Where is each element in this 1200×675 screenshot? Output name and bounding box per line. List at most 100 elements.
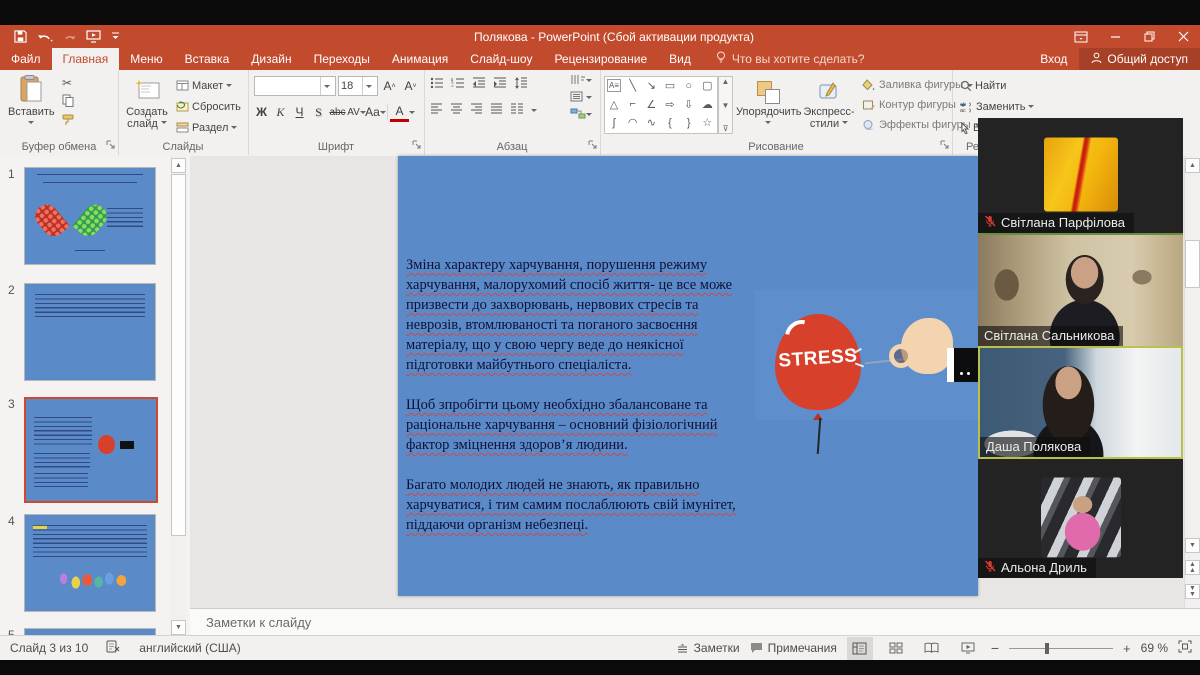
tab-animations[interactable]: Анимация (381, 48, 459, 70)
underline-button[interactable]: Ч (290, 102, 309, 122)
shape-rounded-rectangle-icon[interactable]: ▢ (698, 77, 716, 94)
shape-elbow-icon[interactable]: ⌐ (624, 96, 642, 113)
save-icon[interactable] (14, 30, 27, 43)
qat-customize-icon[interactable] (111, 32, 120, 41)
next-slide-icon[interactable]: ▼▼ (1185, 584, 1200, 599)
convert-to-smartart-icon[interactable] (570, 108, 592, 122)
shapes-more-icon[interactable]: ⊽ (723, 124, 729, 133)
character-spacing-button[interactable]: AV (347, 102, 366, 122)
zoom-out-button[interactable]: − (991, 640, 999, 656)
change-case-button[interactable]: Aa (366, 102, 385, 122)
scroll-up-icon[interactable]: ▲ (1185, 158, 1200, 173)
tab-slideshow[interactable]: Слайд-шоу (459, 48, 543, 70)
view-slideshow-button[interactable] (955, 637, 981, 660)
slide-thumbnail-3-selected[interactable] (24, 397, 158, 503)
arrange-button[interactable]: Упорядочить (736, 73, 800, 137)
fit-to-window-icon[interactable] (1178, 640, 1192, 656)
shape-block-arrow-down-icon[interactable]: ⇩ (680, 96, 698, 113)
align-center-icon[interactable] (450, 103, 463, 117)
slide-thumbnail-1[interactable] (24, 167, 156, 265)
shape-block-arrow-right-icon[interactable]: ⇨ (661, 96, 679, 113)
new-slide-button[interactable]: Создать слайд (122, 73, 172, 137)
minimize-icon[interactable] (1098, 25, 1132, 48)
justify-icon[interactable] (490, 103, 503, 117)
notes-toggle[interactable]: Заметки (676, 641, 740, 655)
copy-icon[interactable] (62, 94, 74, 110)
shrink-font-button[interactable]: А˅ (401, 76, 420, 96)
align-text-icon[interactable] (570, 91, 592, 105)
grow-font-button[interactable]: А˄ (380, 76, 399, 96)
tab-design[interactable]: Дизайн (240, 48, 302, 70)
slide-text-placeholder[interactable]: Зміна характеру харчування, порушення ре… (406, 255, 744, 555)
reset-button[interactable]: Сбросить (176, 96, 241, 117)
increase-indent-icon[interactable] (493, 77, 507, 92)
current-slide[interactable]: Зміна характеру харчування, порушення ре… (398, 156, 978, 596)
shapes-gallery-scrollbar[interactable]: ▲ ▼ ⊽ (718, 76, 733, 134)
thumbnail-scroll-up-icon[interactable]: ▲ (171, 158, 186, 173)
align-right-icon[interactable] (470, 103, 483, 117)
tab-view[interactable]: Вид (658, 48, 702, 70)
zoom-level[interactable]: 69 % (1141, 641, 1168, 655)
tab-home[interactable]: Главная (52, 48, 120, 70)
layout-button[interactable]: Макет (176, 75, 241, 96)
text-direction-icon[interactable] (570, 74, 592, 88)
shape-line-icon[interactable]: ╲ (624, 77, 642, 94)
paste-button[interactable]: Вставить (8, 73, 54, 137)
shape-elbow-arrow-icon[interactable]: ∠ (642, 96, 660, 113)
shapes-scroll-up-icon[interactable]: ▲ (722, 77, 730, 86)
paragraph-dialog-launcher-icon[interactable] (588, 138, 597, 152)
close-icon[interactable] (1166, 25, 1200, 48)
language-indicator[interactable]: английский (США) (139, 641, 240, 655)
shape-right-brace-icon[interactable]: } (680, 114, 698, 131)
replace-button[interactable]: abacЗаменить (960, 96, 1034, 117)
strikethrough-button[interactable]: abc (328, 102, 347, 122)
shape-star-icon[interactable]: ☆ (698, 114, 716, 131)
format-painter-icon[interactable] (62, 114, 74, 129)
zoom-slider-knob[interactable] (1045, 643, 1049, 654)
restore-icon[interactable] (1132, 25, 1166, 48)
columns-icon[interactable] (510, 103, 524, 117)
shape-cloud-icon[interactable]: ☁ (698, 96, 716, 113)
shape-oval-icon[interactable]: ○ (680, 77, 698, 94)
video-tile-4[interactable]: Альона Дриль (978, 459, 1183, 578)
shape-textbox-icon[interactable]: A≡ (607, 79, 621, 92)
shape-triangle-icon[interactable]: △ (605, 96, 623, 113)
bold-button[interactable]: Ж (252, 102, 271, 122)
thumbnail-scroll-thumb[interactable] (171, 174, 186, 536)
zoom-in-button[interactable]: + (1123, 641, 1131, 656)
font-name-combo[interactable] (254, 76, 336, 96)
shape-rectangle-icon[interactable]: ▭ (661, 77, 679, 94)
slide-indicator[interactable]: Слайд 3 из 10 (10, 641, 88, 655)
italic-button[interactable]: К (271, 102, 290, 122)
video-tile-3-active-speaker[interactable]: Даша Полякова (978, 346, 1183, 459)
view-slide-sorter-button[interactable] (883, 637, 909, 660)
scroll-thumb[interactable] (1185, 240, 1200, 288)
shape-arrow-icon[interactable]: ↘ (642, 77, 660, 94)
shape-arc-icon[interactable]: ◠ (624, 114, 642, 131)
font-size-combo[interactable]: 18 (338, 76, 378, 96)
tab-review[interactable]: Рецензирование (543, 48, 658, 70)
undo-button[interactable] (37, 31, 53, 43)
shape-scribble-icon[interactable]: ʃ (605, 114, 623, 131)
ribbon-display-options-icon[interactable] (1064, 25, 1098, 48)
video-tile-1[interactable]: Світлана Парфілова (978, 118, 1183, 233)
shape-curve-icon[interactable]: ∿ (642, 114, 660, 131)
thumbnail-scrollbar[interactable]: ▲ ▼ (170, 156, 186, 635)
shapes-scroll-down-icon[interactable]: ▼ (722, 101, 730, 110)
find-button[interactable]: Найти (960, 75, 1034, 96)
thumbnail-scroll-down-icon[interactable]: ▼ (171, 620, 186, 635)
shapes-gallery[interactable]: A≡ ╲ ↘ ▭ ○ ▢ △ ⌐ ∠ ⇨ ⇩ ☁ ʃ ◠ ∿ { } ☆ (604, 76, 718, 134)
slide-thumbnail-4[interactable] (24, 514, 156, 612)
tab-transitions[interactable]: Переходы (303, 48, 381, 70)
quick-styles-button[interactable]: Экспресс- стили (800, 73, 858, 137)
comments-toggle[interactable]: Примечания (750, 641, 837, 655)
slide-thumbnail-2[interactable] (24, 283, 156, 381)
line-spacing-icon[interactable] (514, 77, 528, 92)
video-tile-2[interactable]: Світлана Сальникова (978, 233, 1183, 346)
start-slideshow-icon[interactable] (86, 30, 101, 43)
text-shadow-button[interactable]: S (309, 102, 328, 122)
decrease-indent-icon[interactable] (472, 77, 486, 92)
tab-file[interactable]: Файл (0, 48, 52, 70)
numbering-icon[interactable] (451, 77, 465, 92)
drawing-dialog-launcher-icon[interactable] (940, 138, 949, 152)
